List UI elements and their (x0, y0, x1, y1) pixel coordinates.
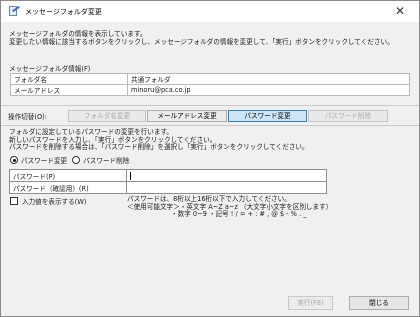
password-confirm-field[interactable] (130, 182, 323, 193)
text-caret (130, 171, 131, 180)
table-row: パスワード(P) (9, 169, 327, 182)
mode-radio-group: パスワード変更 パスワード削除 (10, 155, 134, 165)
mail-address-change-button[interactable]: メールアドレス変更 (147, 110, 227, 122)
message-folder-change-dialog: メッセージフォルダ変更 ✕ メッセージフォルダの情報を表示しています。 変更した… (0, 0, 420, 317)
edit-document-icon (8, 5, 20, 17)
mail-address-value: minoru@pca.co.jp (127, 84, 410, 96)
title-bar: メッセージフォルダ変更 ✕ (1, 1, 419, 22)
operation-switch: 操作切替(O): フォルダ名変更 メールアドレス変更 パスワード変更 パスワード… (8, 110, 389, 122)
folder-name-change-button[interactable]: フォルダ名変更 (68, 110, 146, 122)
intro-text: メッセージフォルダの情報を表示しています。 変更したい情報に該当するボタンをクリ… (9, 30, 414, 46)
password-change-button[interactable]: パスワード変更 (228, 110, 307, 122)
folder-name-value: 共通フォルダ (127, 73, 410, 85)
show-input-checkbox[interactable] (10, 197, 18, 205)
window-title: メッセージフォルダ変更 (25, 7, 102, 16)
desc-line-3: パスワードを削除する場合は、「パスワード削除」を選択し「実行」ボタンをクリックし… (9, 143, 309, 151)
close-icon[interactable]: ✕ (393, 4, 407, 18)
intro-line-1: メッセージフォルダの情報を表示しています。 (9, 30, 147, 38)
password-delete-radio[interactable] (72, 156, 81, 164)
execute-button[interactable]: 実行(F8) (288, 296, 333, 310)
mail-address-key: メールアドレス (10, 84, 128, 96)
password-confirm-cell (126, 181, 327, 194)
password-change-radio[interactable] (10, 156, 18, 164)
password-change-radio-label[interactable]: パスワード変更 (21, 155, 67, 165)
divider (1, 105, 419, 106)
table-row: パスワード（確認用）(R) (9, 181, 327, 194)
password-delete-button[interactable]: パスワード削除 (308, 110, 388, 122)
operation-label: 操作切替(O): (8, 113, 47, 121)
intro-line-2: 変更したい情報に該当するボタンをクリックし、メッセージフォルダの情報を変更して、… (9, 38, 394, 46)
password-confirm-label: パスワード（確認用）(R) (9, 181, 127, 194)
hint-line-3: ・数字 0~9 ・記号 ! / = + : # , @ $ - % . _ (171, 210, 307, 218)
password-rules-hint: パスワードは、8桁以上16桁以下で入力してください。 ＜使用可能文字＞・英文字 … (127, 195, 412, 219)
password-label: パスワード(P) (9, 169, 127, 182)
folder-info-label: メッセージフォルダ情報(F) (9, 65, 91, 73)
password-form: パスワード(P) パスワード（確認用）(R) (9, 169, 327, 194)
password-delete-radio-label[interactable]: パスワード削除 (83, 155, 129, 165)
show-input-label[interactable]: 入力値を表示する(W) (22, 196, 86, 206)
password-change-description: フォルダに設定しているパスワードの変更を行います。 新しいパスワードを入力し、「… (9, 128, 414, 152)
show-input-option: 入力値を表示する(W) (10, 196, 86, 206)
folder-info-table: フォルダ名 共通フォルダ メールアドレス minoru@pca.co.jp (10, 73, 410, 96)
folder-name-key: フォルダ名 (10, 73, 128, 85)
password-cell (126, 169, 327, 182)
close-button[interactable]: 閉じる (349, 296, 409, 310)
table-row: フォルダ名 共通フォルダ (10, 73, 410, 85)
table-row: メールアドレス minoru@pca.co.jp (10, 84, 410, 96)
divider (1, 125, 419, 126)
